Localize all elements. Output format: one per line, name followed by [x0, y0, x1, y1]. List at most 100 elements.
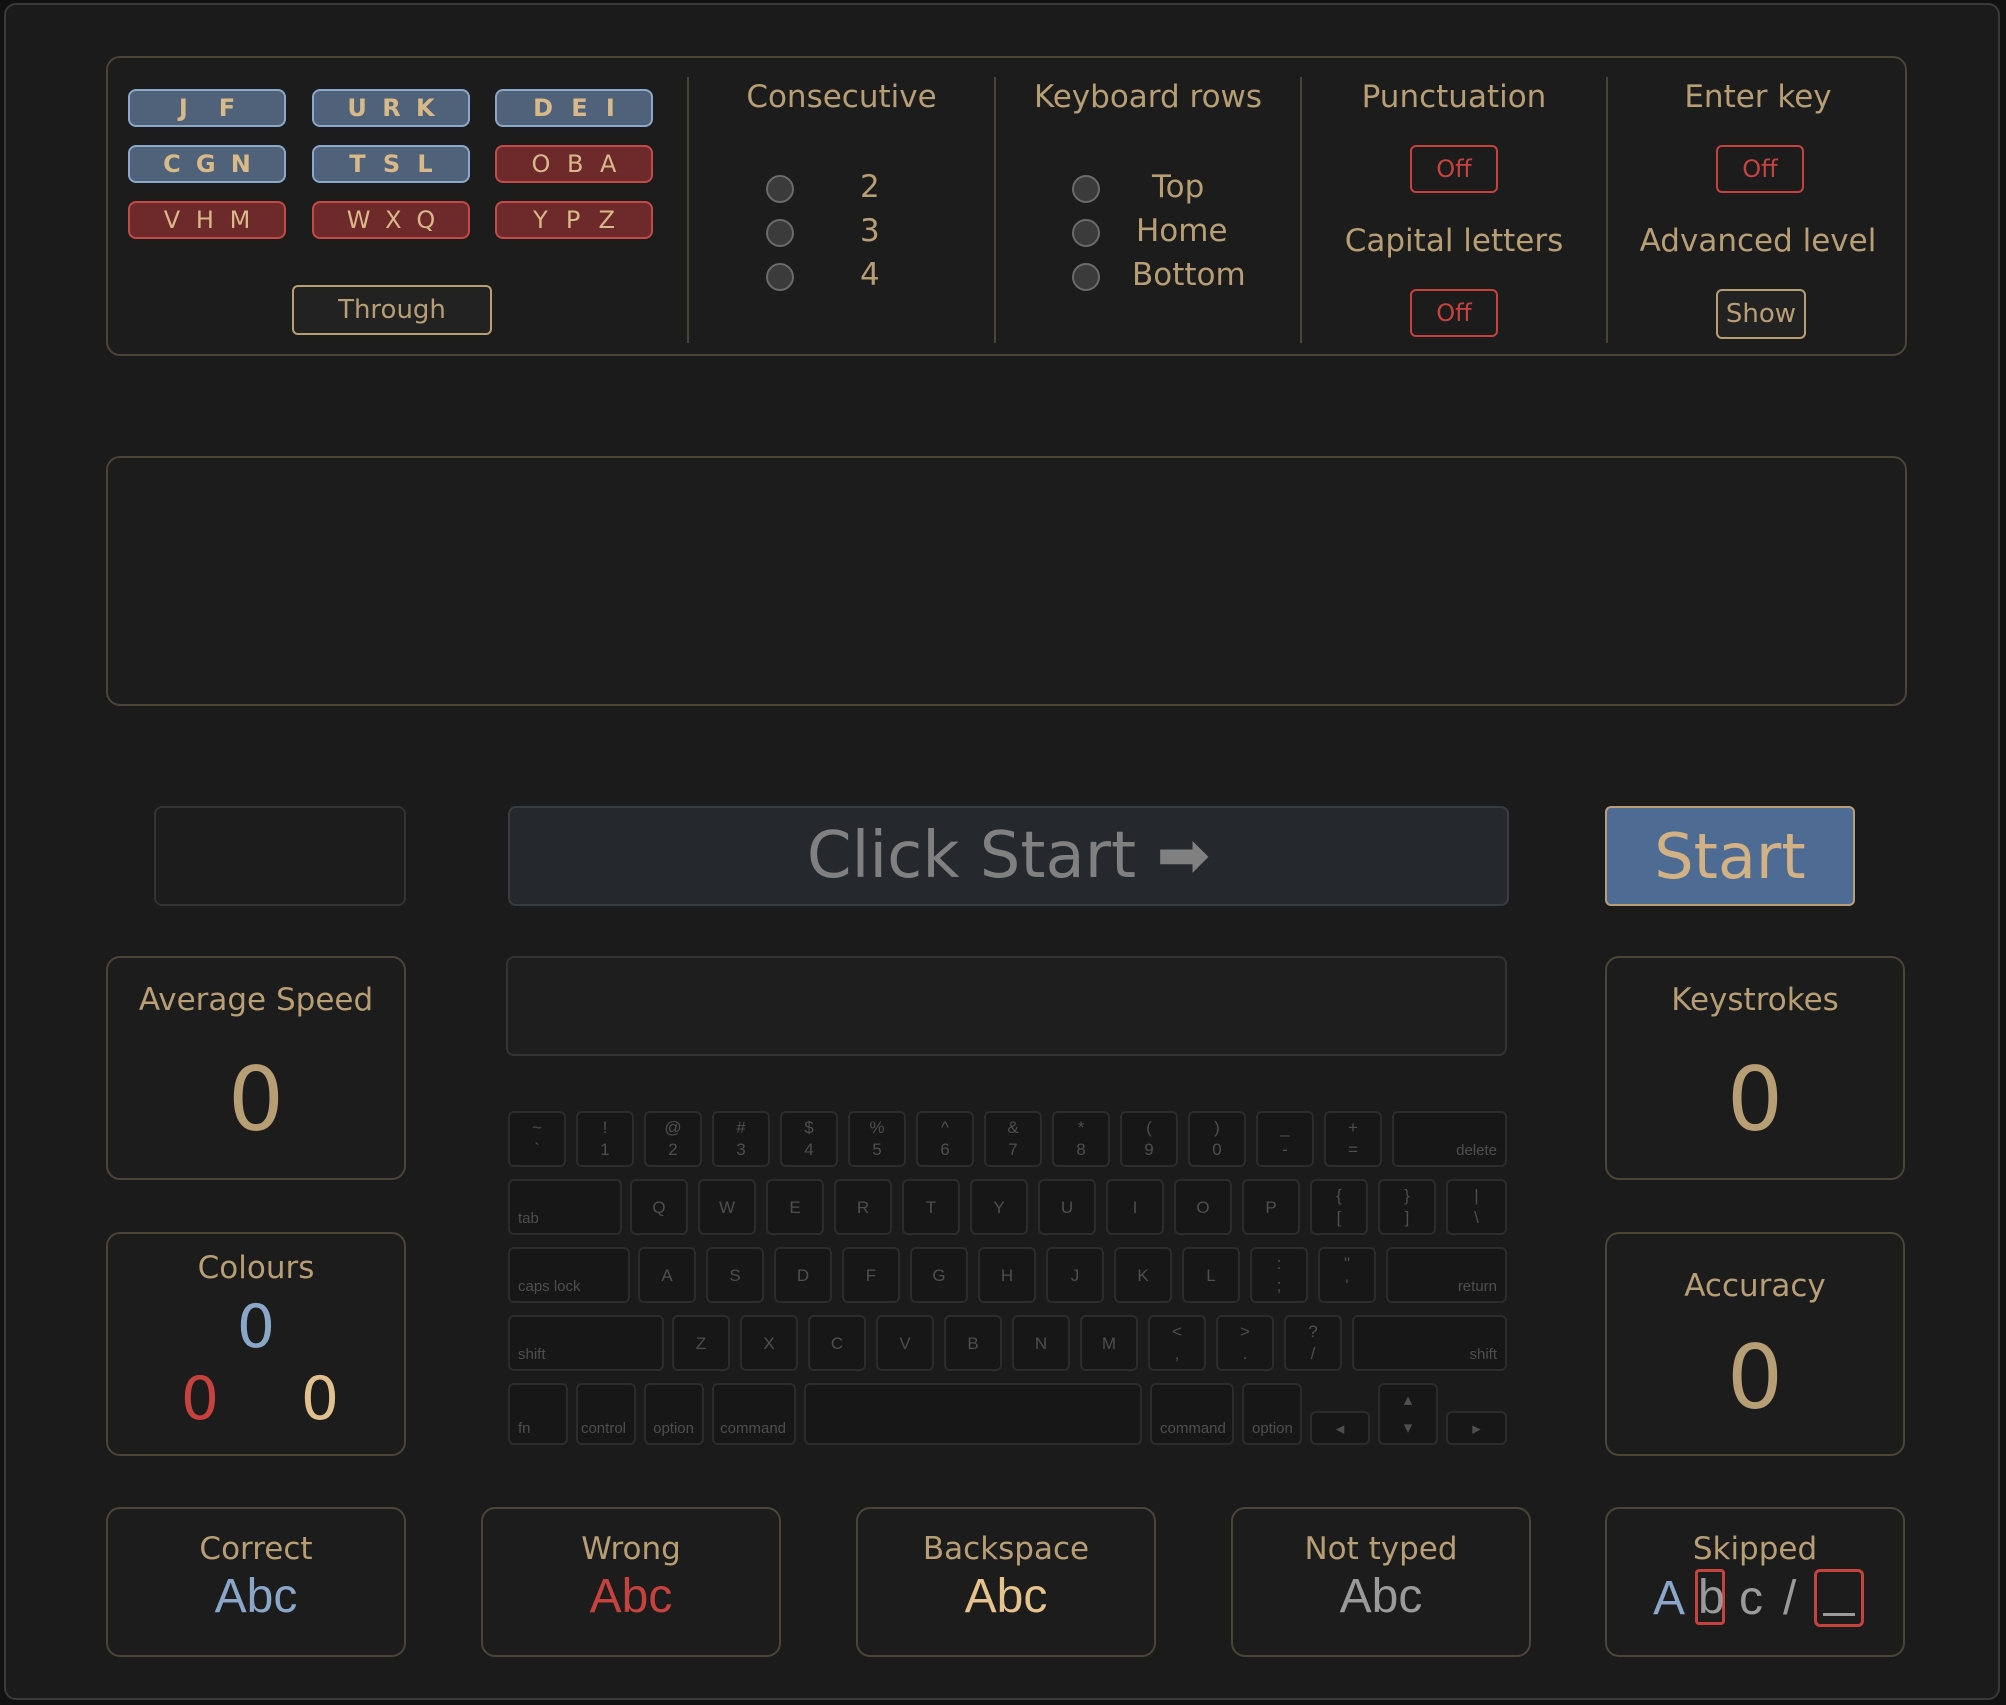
key-shift-left[interactable]: shift — [508, 1315, 664, 1371]
key-right-bracket[interactable]: }] — [1378, 1179, 1436, 1235]
key-n[interactable]: N — [1012, 1315, 1070, 1371]
key-slash[interactable]: ? / — [1284, 1315, 1342, 1371]
skipped-sample-slash: / — [1783, 1572, 1797, 1625]
key-j[interactable]: J — [1046, 1247, 1104, 1303]
typing-input[interactable] — [506, 956, 1507, 1056]
key-f[interactable]: F — [842, 1247, 900, 1303]
key-w[interactable]: W — [698, 1179, 756, 1235]
key-a[interactable]: A — [638, 1247, 696, 1303]
letter-group-oba[interactable]: OBA — [495, 145, 653, 183]
key-period[interactable]: >. — [1216, 1315, 1274, 1371]
key-h[interactable]: H — [978, 1247, 1036, 1303]
key-o[interactable]: O — [1174, 1179, 1232, 1235]
consecutive-radio-2[interactable] — [766, 175, 794, 203]
key-x[interactable]: X — [740, 1315, 798, 1371]
key-comma[interactable]: <, — [1148, 1315, 1206, 1371]
key-d[interactable]: D — [774, 1247, 832, 1303]
key-left-bracket[interactable]: {[ — [1310, 1179, 1368, 1235]
key-control[interactable]: control — [576, 1383, 636, 1445]
key-2[interactable]: @2 — [644, 1111, 702, 1167]
row-option: Bottom — [1132, 257, 1246, 293]
key-tab[interactable]: tab — [508, 1179, 622, 1235]
key-equals[interactable]: + = — [1324, 1111, 1382, 1167]
key-m[interactable]: M — [1080, 1315, 1138, 1371]
advanced-show-button[interactable]: Show — [1716, 289, 1806, 339]
key-arrow-up-down[interactable]: ▴ ▾ — [1378, 1383, 1438, 1445]
start-button[interactable]: Start — [1605, 806, 1855, 906]
key-k[interactable]: K — [1114, 1247, 1172, 1303]
through-button[interactable]: Through — [292, 285, 492, 335]
key-char: 5 — [872, 1140, 882, 1159]
letter-group-tsl[interactable]: TSL — [312, 145, 470, 183]
consecutive-radio-3[interactable] — [766, 219, 794, 247]
arrow-left-icon: ◂ — [1335, 1419, 1345, 1438]
key-7[interactable]: & 7 — [984, 1111, 1042, 1167]
key-backslash[interactable]: | \ — [1446, 1179, 1507, 1235]
key-quote[interactable]: " ' — [1318, 1247, 1376, 1303]
key-label: caps lock — [518, 1278, 581, 1295]
key-t[interactable]: T — [902, 1179, 960, 1235]
key-4[interactable]: $4 — [780, 1111, 838, 1167]
key-shift-char: ! — [602, 1118, 608, 1137]
consecutive-option: 4 — [860, 257, 880, 293]
letter-group-dei[interactable]: DEI — [495, 89, 653, 127]
key-arrow-left[interactable]: ◂ — [1310, 1411, 1370, 1445]
key-8[interactable]: * 8 — [1052, 1111, 1110, 1167]
key-return[interactable]: return — [1386, 1247, 1507, 1303]
key-6[interactable]: ^ 6 — [916, 1111, 974, 1167]
key-shift-right[interactable]: shift — [1352, 1315, 1507, 1371]
key-semicolon[interactable]: :; — [1250, 1247, 1308, 1303]
key-space[interactable] — [804, 1383, 1142, 1445]
row-radio-home[interactable] — [1072, 219, 1100, 247]
key-u[interactable]: U — [1038, 1179, 1096, 1235]
punctuation-toggle[interactable]: Off — [1410, 145, 1498, 193]
row-radio-bottom[interactable] — [1072, 263, 1100, 291]
letter-group-cgn[interactable]: CGN — [128, 145, 286, 183]
key-z[interactable]: Z — [672, 1315, 730, 1371]
key-b[interactable]: B — [944, 1315, 1002, 1371]
key-l[interactable]: L — [1182, 1247, 1240, 1303]
key-label: option — [1252, 1420, 1293, 1437]
key-minus[interactable]: _ - — [1256, 1111, 1314, 1167]
letter-group-urk[interactable]: URK — [312, 89, 470, 127]
key-r[interactable]: R — [834, 1179, 892, 1235]
consecutive-radio-4[interactable] — [766, 263, 794, 291]
legend-not-typed-title: Not typed — [1304, 1531, 1458, 1567]
key-tilde[interactable]: ~ ` — [508, 1111, 566, 1167]
key-y[interactable]: Y — [970, 1179, 1028, 1235]
key-e[interactable]: E — [766, 1179, 824, 1235]
key-arrow-right[interactable]: ▸ — [1446, 1411, 1507, 1445]
key-option-left[interactable]: option — [644, 1383, 704, 1445]
legend-not-typed: Not typed Abc — [1231, 1507, 1531, 1657]
key-command-left[interactable]: command — [712, 1383, 796, 1445]
key-s[interactable]: S — [706, 1247, 764, 1303]
key-shift-char: & — [1007, 1118, 1019, 1137]
capital-letters-toggle[interactable]: Off — [1410, 289, 1498, 337]
key-g[interactable]: G — [910, 1247, 968, 1303]
letter-group-ypz[interactable]: YPZ — [495, 201, 653, 239]
key-shift-char: | — [1474, 1186, 1479, 1205]
key-p[interactable]: P — [1242, 1179, 1300, 1235]
key-0[interactable]: ) 0 — [1188, 1111, 1246, 1167]
key-shift-char: ( — [1146, 1118, 1152, 1137]
key-9[interactable]: (9 — [1120, 1111, 1178, 1167]
key-q[interactable]: Q — [630, 1179, 688, 1235]
key-delete[interactable]: delete — [1392, 1111, 1507, 1167]
letter-group-wxq[interactable]: WXQ — [312, 201, 470, 239]
key-3[interactable]: #3 — [712, 1111, 770, 1167]
key-v[interactable]: V — [876, 1315, 934, 1371]
key-fn[interactable]: fn — [508, 1383, 568, 1445]
key-c[interactable]: C — [808, 1315, 866, 1371]
letter-group-jf[interactable]: JF — [128, 89, 286, 127]
enter-key-toggle[interactable]: Off — [1716, 145, 1804, 193]
key-5[interactable]: % 5 — [848, 1111, 906, 1167]
row-radio-top[interactable] — [1072, 175, 1100, 203]
letter-group-vhm[interactable]: VHM — [128, 201, 286, 239]
key-i[interactable]: I — [1106, 1179, 1164, 1235]
key-1[interactable]: ! 1 — [576, 1111, 634, 1167]
key-command-right[interactable]: command — [1150, 1383, 1234, 1445]
key-caps-lock[interactable]: caps lock — [508, 1247, 630, 1303]
key-option-right[interactable]: option — [1242, 1383, 1302, 1445]
key-char: 6 — [940, 1140, 950, 1159]
key-shift-char: + — [1348, 1118, 1358, 1137]
